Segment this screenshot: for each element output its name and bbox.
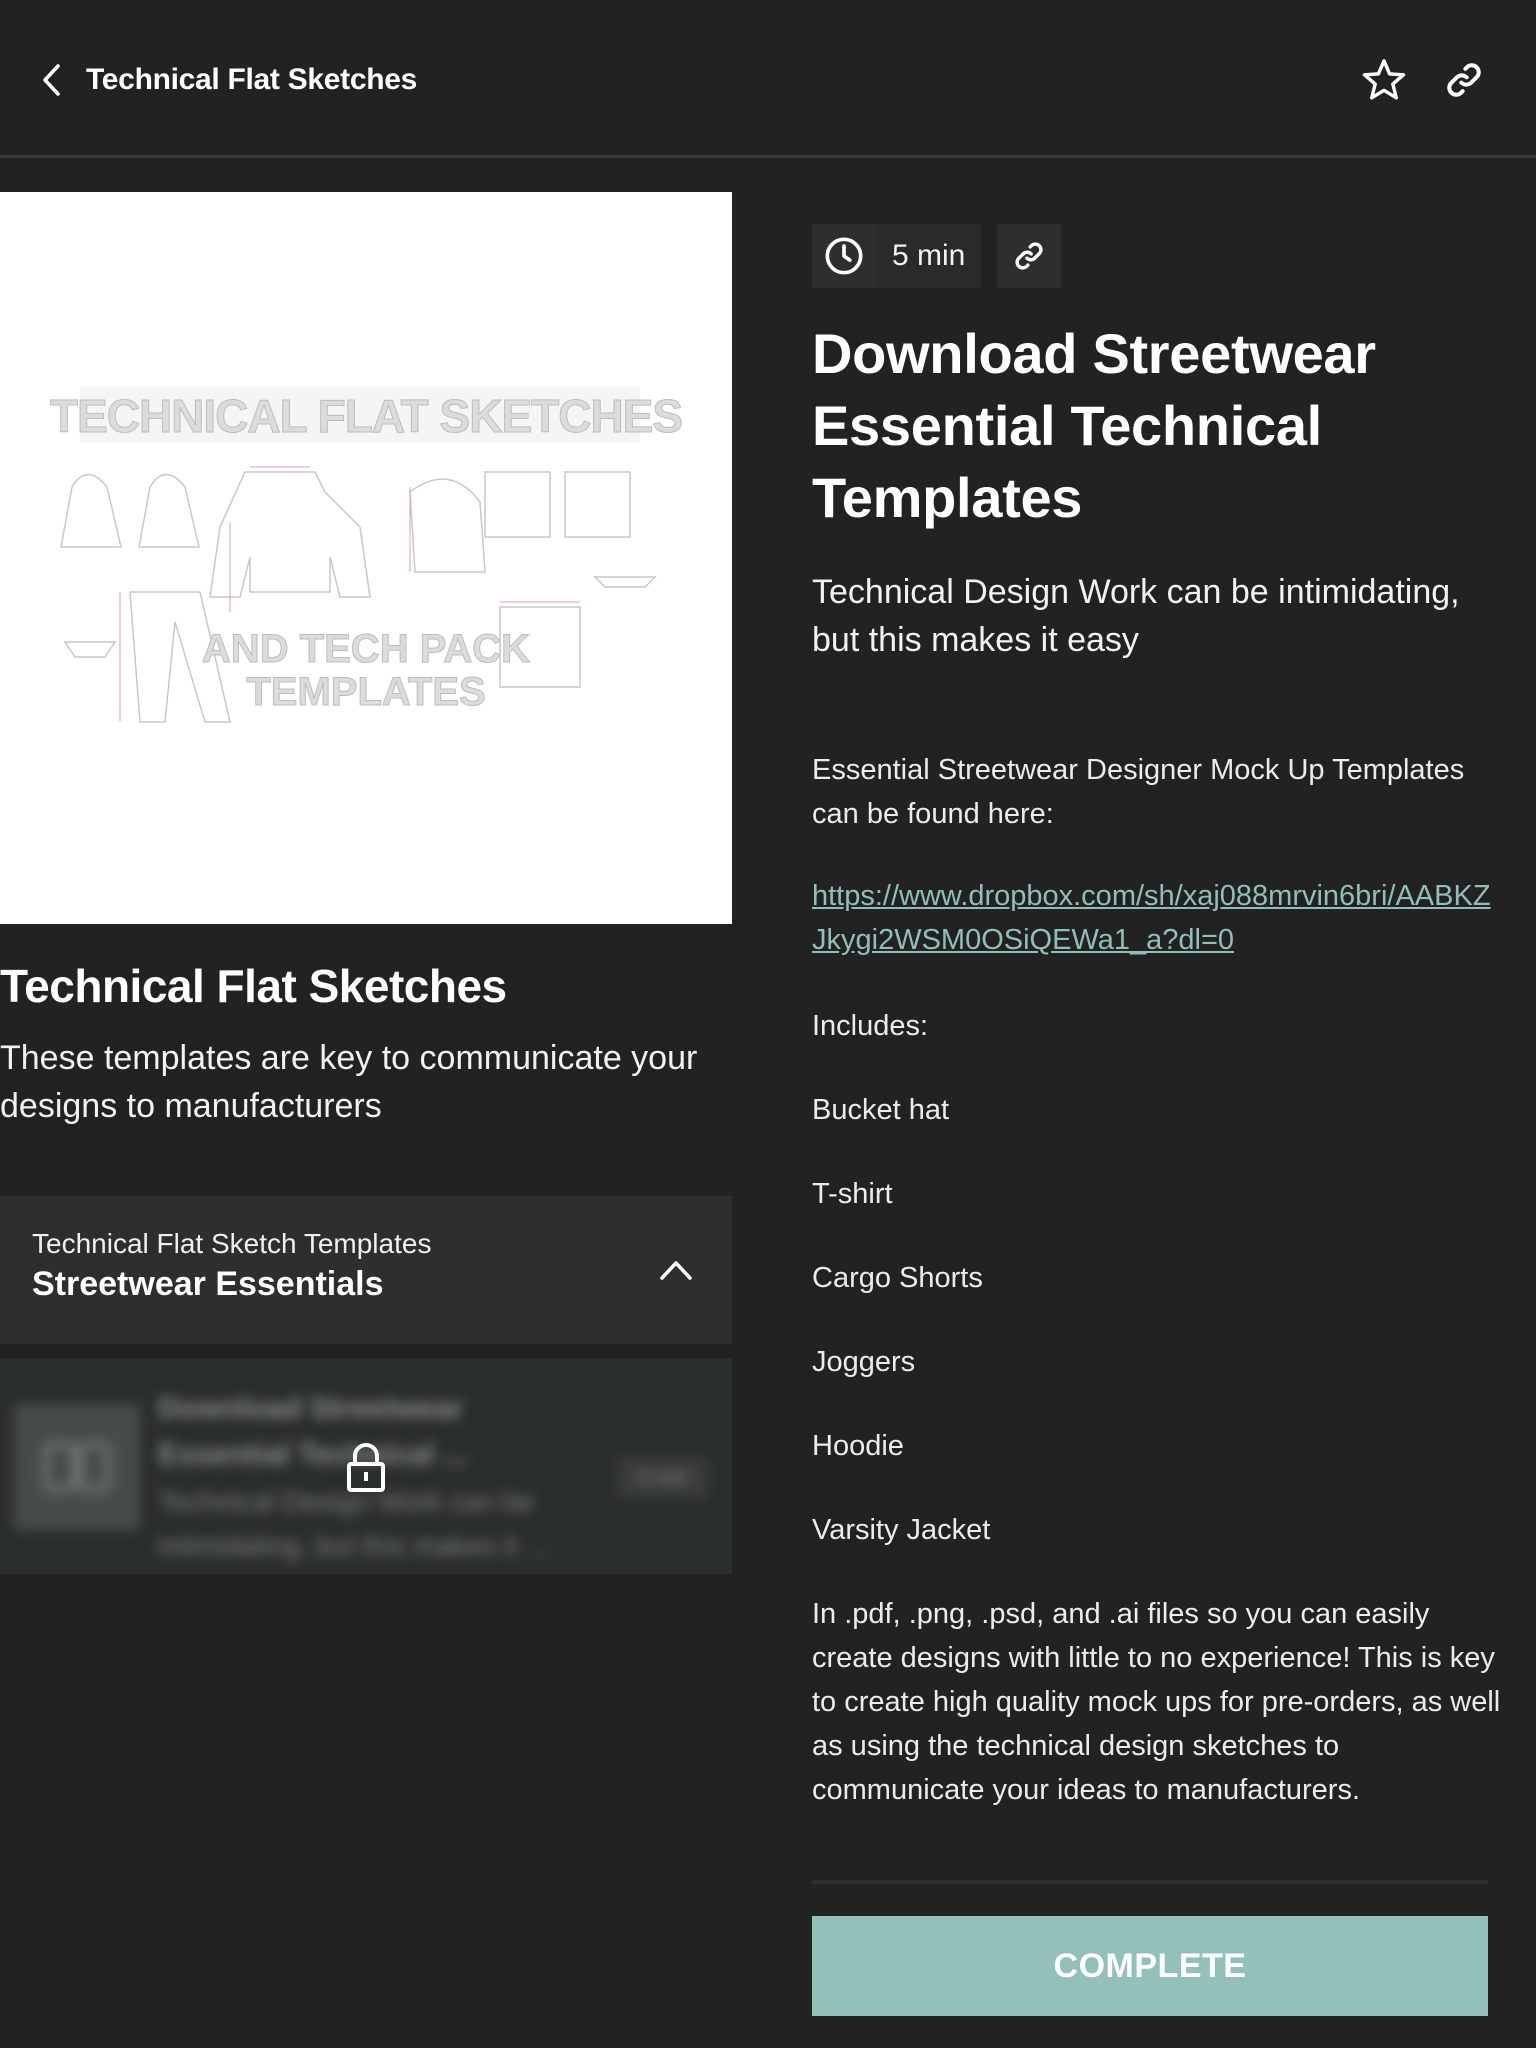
includes-item: Hoodie — [812, 1430, 904, 1462]
section-subtitle: Technical Flat Sketch Templates — [32, 1228, 432, 1259]
collapse-section-button[interactable] — [656, 1250, 696, 1290]
header-title: Technical Flat Sketches — [86, 63, 418, 96]
book-open-icon — [43, 1442, 111, 1492]
clock-icon — [825, 237, 863, 275]
hero-subline-2: TEMPLATES — [246, 670, 485, 714]
lesson-intro: Technical Design Work can be intimidatin… — [812, 573, 1460, 659]
lesson-meta-row: 5 min — [812, 224, 1062, 288]
complete-button[interactable]: COMPLETE — [812, 1916, 1488, 2016]
course-title: Technical Flat Sketches — [0, 960, 507, 1012]
dropbox-link-wrap: https://www.dropbox.com/sh/xaj088mrvin6b… — [812, 874, 1502, 962]
favorite-button[interactable] — [1358, 54, 1410, 106]
back-button[interactable] — [36, 60, 66, 100]
lock-icon — [342, 1440, 390, 1496]
course-hero-image: TECHNICAL FLAT SKETCHES AND TECH PACK TE… — [0, 192, 732, 924]
link-icon — [1015, 242, 1043, 270]
hero-headline: TECHNICAL FLAT SKETCHES — [50, 390, 682, 442]
lesson-thumbnail — [14, 1404, 140, 1530]
locked-lesson-duration: 5 min — [618, 1458, 708, 1498]
formats-paragraph: In .pdf, .png, .psd, and .ai files so yo… — [812, 1598, 1501, 1806]
section-title: Streetwear Essentials — [32, 1265, 384, 1303]
includes-item: Varsity Jacket — [812, 1514, 991, 1546]
copy-lesson-link-button[interactable] — [997, 224, 1062, 288]
includes-item: Bucket hat — [812, 1094, 950, 1126]
includes-item: Cargo Shorts — [812, 1262, 983, 1294]
chevron-up-icon — [660, 1261, 692, 1280]
content-divider — [812, 1880, 1488, 1884]
hero-subline-1: AND TECH PACK — [202, 627, 530, 671]
lesson-title: Download Streetwear Essential Technical … — [812, 322, 1376, 529]
star-outline-icon — [1362, 59, 1406, 100]
section-header-streetwear-essentials[interactable]: Technical Flat Sketch Templates Streetwe… — [0, 1196, 732, 1344]
templates-found-text: Essential Streetwear Designer Mock Up Te… — [812, 754, 1465, 830]
course-description: These templates are key to communicate y… — [0, 1039, 698, 1125]
top-app-bar: Technical Flat Sketches — [0, 0, 1536, 158]
link-icon — [1447, 63, 1481, 97]
dropbox-link[interactable]: https://www.dropbox.com/sh/xaj088mrvin6b… — [812, 880, 1491, 956]
technical-flat-sketches-illustration: TECHNICAL FLAT SKETCHES AND TECH PACK TE… — [0, 192, 732, 924]
includes-label: Includes: — [812, 1010, 929, 1042]
includes-item: Joggers — [812, 1346, 916, 1378]
duration-chip: 5 min — [812, 224, 982, 288]
includes-item: T-shirt — [812, 1178, 893, 1210]
duration-text: 5 min — [892, 239, 966, 272]
copy-link-button[interactable] — [1438, 54, 1490, 106]
chevron-left-icon — [43, 64, 60, 96]
